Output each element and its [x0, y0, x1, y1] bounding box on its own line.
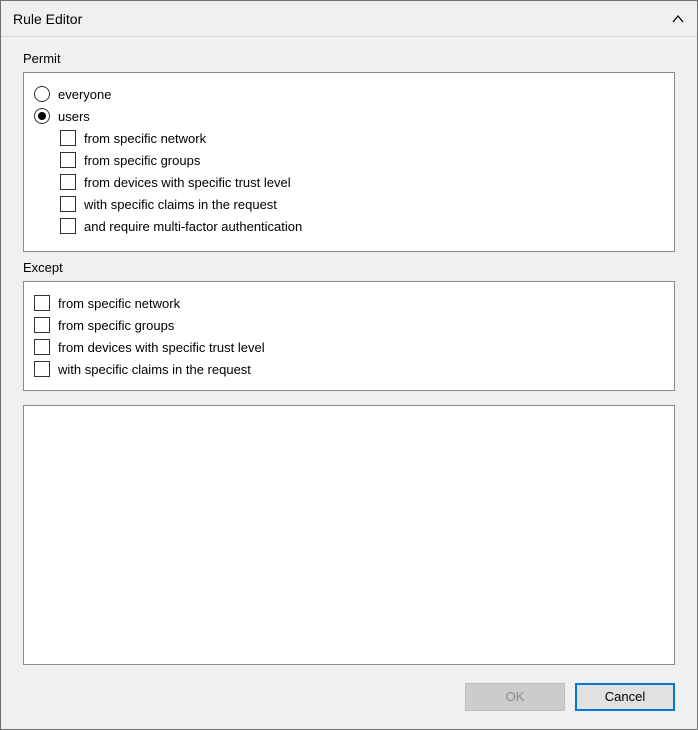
permit-users-label: users	[58, 109, 90, 124]
permit-everyone-row[interactable]: everyone	[34, 83, 664, 105]
checkbox-icon[interactable]	[60, 218, 76, 234]
except-claims[interactable]: with specific claims in the request	[34, 358, 664, 380]
ok-button: OK	[465, 683, 565, 711]
check-label: with specific claims in the request	[84, 197, 277, 212]
dialog-content: Permit everyone users from specific netw…	[1, 37, 697, 673]
checkbox-icon[interactable]	[60, 130, 76, 146]
checkbox-icon[interactable]	[60, 152, 76, 168]
check-label: from specific network	[84, 131, 206, 146]
check-label: from specific groups	[84, 153, 200, 168]
details-group	[23, 405, 675, 665]
permit-sub-mfa[interactable]: and require multi-factor authentication	[60, 215, 664, 237]
radio-icon[interactable]	[34, 108, 50, 124]
permit-users-row[interactable]: users	[34, 105, 664, 127]
permit-everyone-label: everyone	[58, 87, 111, 102]
permit-sub-trust[interactable]: from devices with specific trust level	[60, 171, 664, 193]
permit-sub-network[interactable]: from specific network	[60, 127, 664, 149]
except-group: from specific network from specific grou…	[23, 281, 675, 391]
radio-icon[interactable]	[34, 86, 50, 102]
check-label: from specific network	[58, 296, 180, 311]
rule-editor-dialog: Rule Editor Permit everyone users from s…	[0, 0, 698, 730]
except-network[interactable]: from specific network	[34, 292, 664, 314]
titlebar: Rule Editor	[1, 1, 697, 37]
check-label: with specific claims in the request	[58, 362, 251, 377]
except-trust[interactable]: from devices with specific trust level	[34, 336, 664, 358]
permit-sub-claims[interactable]: with specific claims in the request	[60, 193, 664, 215]
checkbox-icon[interactable]	[60, 196, 76, 212]
chevron-up-icon[interactable]	[671, 12, 685, 26]
dialog-footer: OK Cancel	[1, 673, 697, 729]
permit-users-subchecks: from specific network from specific grou…	[60, 127, 664, 237]
permit-group: everyone users from specific network fro…	[23, 72, 675, 252]
dialog-title: Rule Editor	[13, 11, 671, 27]
except-groups[interactable]: from specific groups	[34, 314, 664, 336]
checkbox-icon[interactable]	[34, 295, 50, 311]
cancel-button[interactable]: Cancel	[575, 683, 675, 711]
check-label: and require multi-factor authentication	[84, 219, 302, 234]
checkbox-icon[interactable]	[34, 317, 50, 333]
checkbox-icon[interactable]	[34, 339, 50, 355]
checkbox-icon[interactable]	[34, 361, 50, 377]
checkbox-icon[interactable]	[60, 174, 76, 190]
except-label: Except	[23, 260, 675, 275]
check-label: from devices with specific trust level	[58, 340, 265, 355]
check-label: from specific groups	[58, 318, 174, 333]
permit-label: Permit	[23, 51, 675, 66]
check-label: from devices with specific trust level	[84, 175, 291, 190]
permit-sub-groups[interactable]: from specific groups	[60, 149, 664, 171]
